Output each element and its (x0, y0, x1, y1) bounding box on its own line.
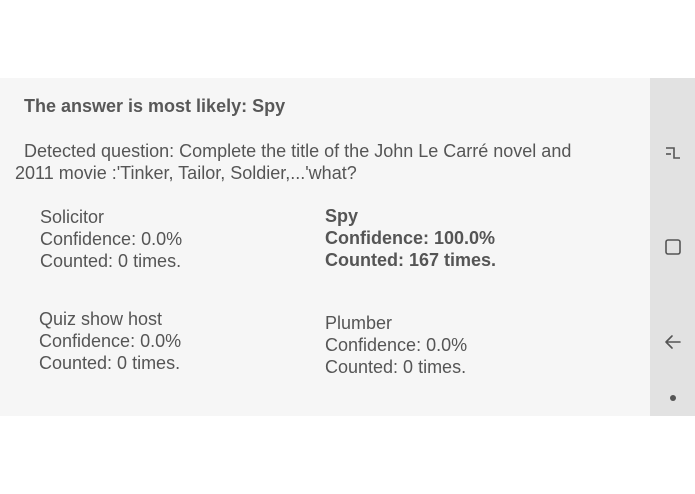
answer-count: Counted: 0 times. (325, 357, 467, 377)
recent-apps-icon (665, 147, 680, 159)
detected-question: Detected question: Complete the title of… (15, 141, 572, 183)
back-button[interactable] (650, 322, 695, 362)
answer-name: Spy (325, 206, 359, 226)
recent-apps-button[interactable] (650, 133, 695, 173)
answer-option-quiz-show-host: Quiz show host Confidence: 0.0% Counted:… (39, 308, 181, 374)
answer-count: Counted: 0 times. (39, 353, 181, 373)
answer-count: Counted: 0 times. (40, 251, 182, 271)
answer-name: Solicitor (40, 207, 105, 227)
answer-confidence: Confidence: 100.0% (325, 228, 496, 248)
answer-confidence: Confidence: 0.0% (325, 335, 468, 355)
answer-panel: The answer is most likely: Spy Detected … (0, 78, 650, 416)
answer-option-plumber: Plumber Confidence: 0.0% Counted: 0 time… (325, 312, 467, 378)
home-icon (664, 239, 681, 255)
dot-icon (669, 395, 676, 401)
navigation-dot (650, 378, 695, 418)
answer-count: Counted: 167 times. (325, 250, 497, 270)
answer-name: Quiz show host (39, 309, 163, 329)
answer-confidence: Confidence: 0.0% (39, 331, 182, 351)
answer-confidence: Confidence: 0.0% (40, 229, 183, 249)
home-button[interactable] (650, 227, 695, 267)
answer-option-spy: Spy Confidence: 100.0% Counted: 167 time… (325, 205, 496, 271)
back-icon (664, 335, 681, 349)
answer-option-solicitor: Solicitor Confidence: 0.0% Counted: 0 ti… (40, 206, 182, 272)
system-navigation-bar (650, 78, 695, 416)
answer-name: Plumber (325, 313, 393, 333)
answer-headline: The answer is most likely: Spy (24, 96, 286, 116)
app-screen: The answer is most likely: Spy Detected … (0, 78, 695, 416)
